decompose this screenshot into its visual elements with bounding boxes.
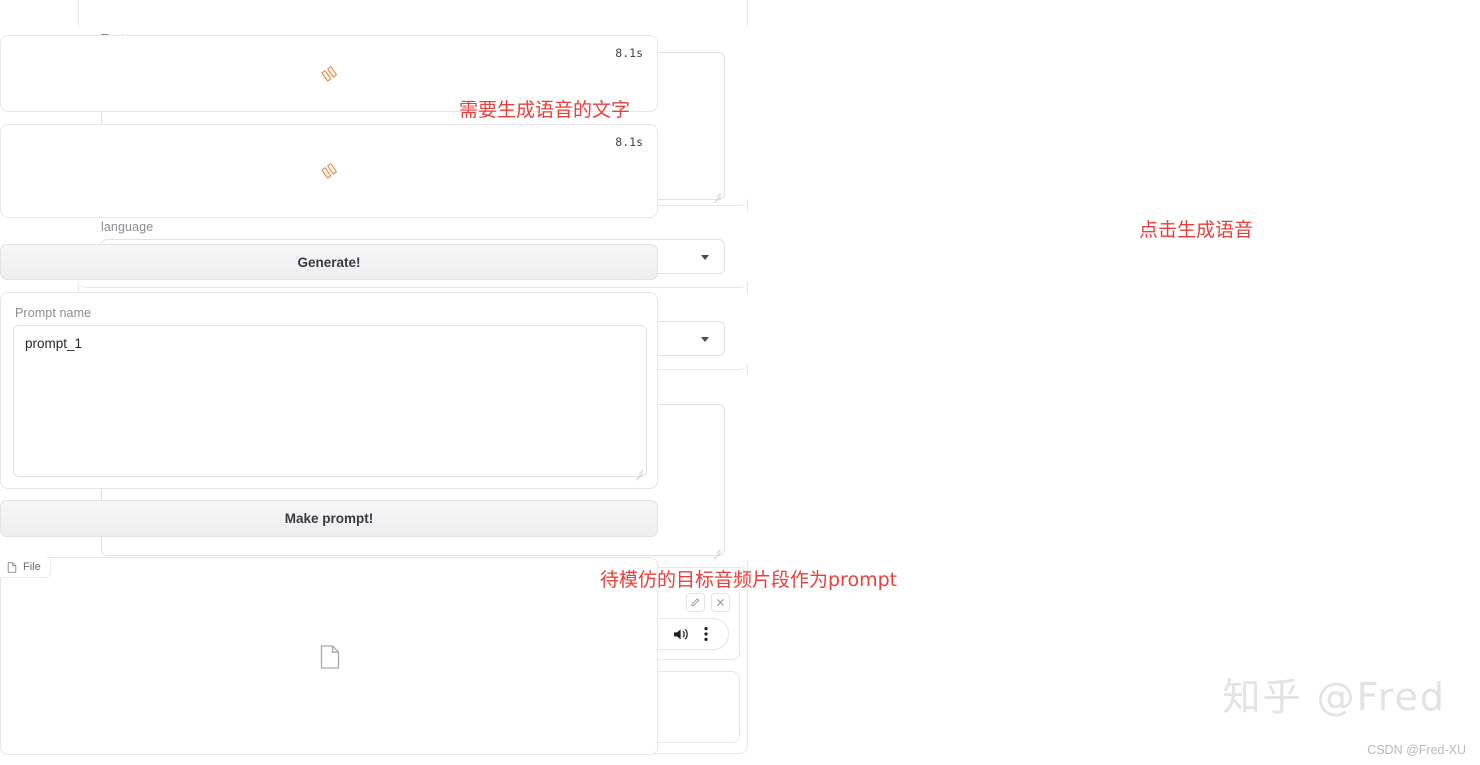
file-block[interactable]: File [0,557,658,755]
language-label: language [101,220,154,234]
edit-audio-button[interactable] [686,593,705,612]
remove-audio-button[interactable] [711,593,730,612]
resize-grip-icon[interactable] [711,187,722,198]
kebab-menu-icon [704,627,708,641]
volume-icon [674,628,688,639]
prompt-name-value: prompt_1 [25,336,83,351]
prompt-name-label: Prompt name [15,306,92,320]
generate-button-label: Generate! [297,254,361,270]
generated-audio-2-duration: 8.1s [615,135,643,149]
generate-button[interactable]: Generate! [0,244,658,280]
close-icon [717,599,724,606]
resize-grip-icon[interactable] [711,543,722,554]
audio-menu-button[interactable] [704,626,708,642]
app-root: Text 测试一段音频 language 中文 accent 中文 Transc… [0,0,1480,765]
volume-button[interactable] [673,627,690,642]
annotation-generate: 点击生成语音 [1139,219,1254,241]
prompt-name-block: Prompt name prompt_1 [0,292,658,489]
make-prompt-button[interactable]: Make prompt! [0,500,658,537]
resize-grip-icon[interactable] [633,464,644,475]
loading-spinner-icon [321,65,337,82]
generated-audio-2[interactable]: 8.1s [0,124,658,218]
chevron-down-icon [701,254,709,260]
generated-audio-1-duration: 8.1s [615,46,643,60]
annotation-prompt-audio: 待模仿的目标音频片段作为prompt [600,569,898,591]
loading-spinner-icon [321,163,337,179]
chevron-down-icon [701,336,709,342]
file-dropzone[interactable] [1,558,659,756]
make-prompt-button-label: Make prompt! [284,511,374,526]
pencil-icon [691,598,700,606]
annotation-text-field: 需要生成语音的文字 [459,99,631,121]
file-icon [320,645,340,669]
watermark-zhihu: 知乎 @Fred [1222,675,1446,719]
watermark-csdn: CSDN @Fred-XU [1367,743,1466,757]
prompt-name-input[interactable]: prompt_1 [13,325,647,477]
